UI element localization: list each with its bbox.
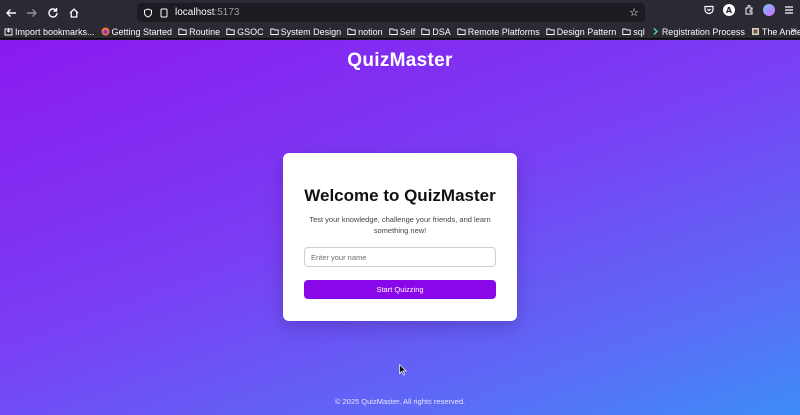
bookmark-label: DSA: [432, 26, 451, 37]
folder-icon: [457, 27, 468, 36]
start-quizzing-button[interactable]: Start Quizzing: [304, 280, 496, 299]
folder-icon: [546, 27, 557, 36]
app-brand: QuizMaster: [347, 50, 453, 71]
bookmark-label: Getting Started: [111, 26, 173, 37]
folder-icon: [622, 27, 633, 36]
folder-icon: [421, 27, 432, 36]
bookmark-label: Design Pattern: [556, 26, 617, 37]
extensions-icon[interactable]: [742, 3, 756, 17]
bookmark-label: Routine: [189, 26, 221, 37]
extension-colored-icon[interactable]: [762, 3, 776, 17]
extension-badge: [763, 4, 775, 16]
welcome-title: Welcome to QuizMaster: [304, 186, 496, 205]
bookmark-label: Self: [399, 26, 416, 37]
folder-icon: [269, 27, 281, 36]
bookmark-item[interactable]: Routine: [178, 27, 220, 37]
bookmark-label: GSOC: [237, 26, 264, 37]
bookmark-item[interactable]: sql: [622, 27, 645, 37]
page-background: QuizMaster Welcome to QuizMaster Test yo…: [0, 40, 800, 415]
bookmark-item[interactable]: Import bookmarks...: [4, 27, 95, 37]
name-input[interactable]: [304, 247, 496, 267]
bookmark-item[interactable]: System Design: [269, 26, 342, 37]
forward-icon[interactable]: [22, 3, 42, 23]
firefox-icon: [101, 27, 112, 36]
url-port: :5173: [214, 7, 240, 18]
url-host: localhost: [175, 7, 215, 18]
bookmark-item[interactable]: Remote Platforms: [457, 27, 540, 37]
reload-icon[interactable]: [43, 3, 63, 23]
welcome-subtitle: Test your knowledge, challenge your frie…: [309, 215, 491, 235]
bookmark-item[interactable]: Self: [389, 26, 416, 37]
bookmarks-overflow-icon[interactable]: »: [790, 25, 796, 36]
bookmark-item[interactable]: DSA: [421, 27, 451, 37]
bookmark-item[interactable]: Design Pattern: [546, 26, 617, 37]
link-icon: [651, 27, 662, 36]
folder-icon: [389, 27, 400, 36]
menu-icon[interactable]: [782, 3, 796, 17]
account-avatar[interactable]: A: [722, 3, 736, 17]
bookmark-star-icon[interactable]: ☆: [629, 6, 639, 19]
folder-icon: [178, 27, 189, 36]
bookmark-label: notion: [358, 26, 383, 37]
folder-icon: [226, 27, 237, 36]
account-avatar-letter: A: [723, 4, 735, 16]
import-icon: [4, 27, 15, 36]
footer-text: © 2025 QuizMaster. All rights reserved.: [334, 397, 466, 406]
back-icon[interactable]: [1, 3, 21, 23]
bookmark-item[interactable]: Registration Process: [651, 27, 745, 37]
browser-toolbar: localhost :5173 ☆ A: [0, 0, 800, 25]
bookmark-label: sql: [633, 26, 645, 37]
bookmark-item[interactable]: notion: [347, 27, 383, 37]
folder-icon: [347, 27, 358, 36]
bookmark-item[interactable]: Getting Started: [101, 26, 173, 37]
page-info-icon[interactable]: [159, 8, 169, 18]
bookmark-label: Registration Process: [661, 26, 745, 37]
bookmark-label: Remote Platforms: [467, 26, 540, 37]
mouse-cursor-icon: [399, 364, 407, 376]
bookmark-label: System Design: [280, 26, 342, 37]
welcome-card: Welcome to QuizMaster Test your knowledg…: [283, 153, 517, 321]
bookmarks-bar: Import bookmarks... Getting Started Routin…: [0, 25, 800, 39]
pocket-icon[interactable]: [702, 3, 716, 17]
address-bar[interactable]: localhost :5173 ☆: [137, 3, 645, 22]
page-icon: [751, 27, 762, 36]
bookmark-item[interactable]: GSOC: [226, 27, 264, 37]
bookmark-label: Import bookmarks...: [15, 26, 95, 37]
shield-icon[interactable]: [143, 7, 153, 18]
home-icon[interactable]: [64, 3, 84, 23]
